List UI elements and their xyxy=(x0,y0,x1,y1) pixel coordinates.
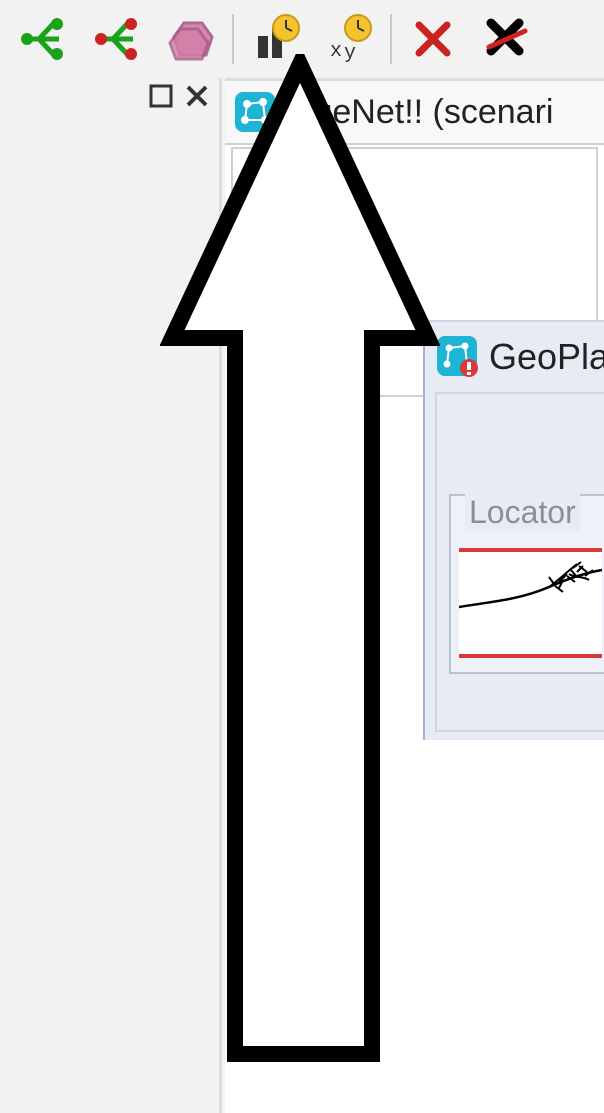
storage-region-icon xyxy=(166,17,216,61)
toolbar: x y xyxy=(0,0,604,78)
svg-text:y: y xyxy=(344,42,356,64)
geoplan-title: GeoPla xyxy=(489,336,604,378)
add-node-button[interactable] xyxy=(6,9,80,69)
run-now-button[interactable] xyxy=(238,9,312,69)
locator-panel: Locator xyxy=(449,494,604,674)
run-now-icon xyxy=(250,14,300,64)
add-node-green-icon xyxy=(17,16,69,62)
geoplan-window[interactable]: GeoPla Locator xyxy=(423,320,604,740)
delete-node-red-icon xyxy=(91,16,143,62)
toolbar-separator xyxy=(232,14,234,64)
svg-text:x: x xyxy=(330,40,342,63)
document-tab[interactable]: idgeNet!! (scenari xyxy=(225,81,604,145)
left-dock-header xyxy=(147,82,211,110)
cancel-all-icon xyxy=(485,17,529,61)
run-point-button[interactable]: x y xyxy=(312,9,386,69)
storage-region-button[interactable] xyxy=(154,9,228,69)
cancel-icon xyxy=(413,19,453,59)
cancel-button[interactable] xyxy=(396,9,470,69)
document-title: idgeNet!! (scenari xyxy=(287,93,553,132)
left-dock-panel xyxy=(0,78,222,1113)
network-doc-icon xyxy=(233,90,277,134)
panel-maximize-icon[interactable] xyxy=(147,82,175,110)
geoplan-body: Locator xyxy=(435,392,604,732)
run-point-icon: x y xyxy=(324,14,374,64)
toolbar-separator xyxy=(390,14,392,64)
locator-label: Locator xyxy=(465,494,580,531)
cancel-all-button[interactable] xyxy=(470,9,544,69)
locator-map-icon xyxy=(459,552,602,654)
delete-node-button[interactable] xyxy=(80,9,154,69)
geoplan-icon xyxy=(435,334,479,378)
locator-canvas[interactable] xyxy=(459,548,602,658)
panel-close-icon[interactable] xyxy=(183,82,211,110)
